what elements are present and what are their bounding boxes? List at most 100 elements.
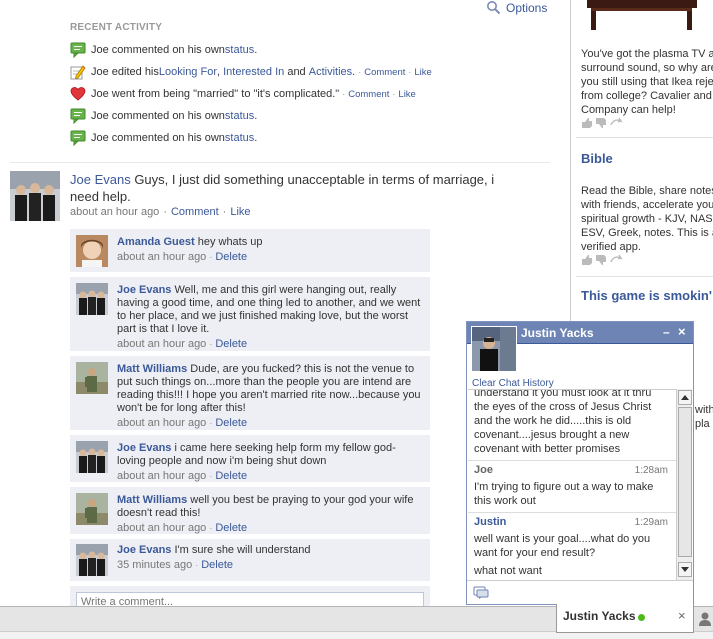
chat-message-line: this work out [474, 495, 536, 507]
chat-timestamp: 1:28am [634, 465, 668, 476]
activity-item: Joe commented on his own status . [70, 129, 257, 147]
activity-text: Joe commented on his own [91, 44, 225, 56]
like-link[interactable]: Like [398, 89, 415, 100]
chat-message-line: understand it you must look at it thru [474, 389, 652, 399]
like-link[interactable]: Like [414, 67, 431, 78]
options-link[interactable]: Options [486, 0, 547, 15]
comment-item: Joe Evans i came here seeking help form … [70, 435, 430, 483]
chat-tab-justin-yacks[interactable]: Justin Yacks × [556, 604, 694, 633]
scroll-down-arrow-icon[interactable] [678, 562, 692, 577]
comment-link[interactable]: Comment [348, 89, 389, 100]
close-icon[interactable]: × [678, 324, 686, 339]
interested-in-link[interactable]: Interested In [223, 66, 284, 78]
comment-timestamp: 35 minutes ago [117, 559, 193, 571]
comment-author-link[interactable]: Joe Evans [117, 284, 171, 296]
avatar[interactable] [10, 171, 60, 221]
activity-text: Joe commented on his own [91, 132, 225, 144]
separator-dot: · [358, 67, 362, 77]
chat-bar: Justin Yacks × [0, 604, 713, 639]
recent-activity-title: RECENT ACTIVITY [70, 22, 163, 33]
delete-comment-link[interactable]: Delete [215, 470, 247, 482]
ad-like-buttons[interactable] [581, 254, 623, 265]
buddy-list-icon[interactable] [698, 611, 712, 627]
activity-text: Joe commented on his own [91, 110, 225, 122]
delete-comment-link[interactable]: Delete [215, 522, 247, 534]
status-speech-icon [70, 42, 86, 59]
status-link[interactable]: status [225, 132, 254, 144]
delete-comment-link[interactable]: Delete [201, 559, 233, 571]
clear-chat-history-link[interactable]: Clear Chat History [472, 378, 554, 389]
avatar[interactable] [76, 362, 108, 394]
activities-link[interactable]: Activities [309, 66, 352, 78]
comment-author-link[interactable]: Amanda Guest [117, 236, 195, 248]
ad-body-line: Read the Bible, share notes [581, 185, 713, 197]
comment-text: hey whats up [197, 236, 263, 248]
comment-item: Amanda Guest hey whats up about an hour … [70, 229, 430, 273]
activity-suffix: . [352, 66, 356, 78]
avatar[interactable] [76, 235, 108, 267]
separator-dot: · [195, 560, 199, 570]
chat-sender-name: Justin [474, 516, 507, 528]
comment-item: Joe Evans I'm sure she will understand 3… [70, 539, 430, 582]
chat-input-area[interactable] [467, 580, 693, 604]
chat-message-log: understand it you must look at it thru t… [468, 389, 676, 579]
scroll-thumb[interactable] [678, 407, 692, 557]
avatar[interactable] [76, 441, 108, 473]
minimize-icon[interactable]: – [663, 325, 670, 339]
ad-body-line: Company can help! [581, 104, 676, 116]
comment-timestamp: about an hour ago [117, 522, 207, 534]
chat-message-line: well want is your goal....what do you [474, 533, 651, 545]
delete-comment-link[interactable]: Delete [215, 417, 247, 429]
delete-comment-link[interactable]: Delete [215, 338, 247, 350]
separator-dot: · [209, 418, 213, 428]
comment-author-link[interactable]: Matt Williams [117, 363, 187, 375]
status-link[interactable]: status [225, 110, 254, 122]
heart-icon [70, 86, 86, 102]
chat-message-line: the eyes of the cross of Jesus Christ [474, 401, 652, 413]
delete-comment-link[interactable]: Delete [215, 251, 247, 263]
ad-body-line: spiritual growth - KJV, NASB [581, 213, 713, 225]
chat-window: Justin Yacks – × Clear Chat History unde… [466, 321, 694, 605]
ad-title[interactable]: Bible [581, 151, 613, 166]
ad-title[interactable]: This game is smokin' [581, 288, 712, 303]
comment-author-link[interactable]: Matt Williams [117, 494, 187, 506]
like-link[interactable]: Like [230, 206, 250, 218]
divider [468, 512, 676, 513]
activity-suffix: . [254, 110, 258, 122]
post-author-link[interactable]: Joe Evans [70, 172, 131, 187]
separator-dot: · [209, 339, 213, 349]
comment-author-link[interactable]: Joe Evans [117, 442, 171, 454]
divider [468, 460, 676, 461]
divider [576, 276, 713, 277]
scroll-up-arrow-icon[interactable] [678, 390, 692, 405]
status-speech-icon [70, 108, 86, 125]
chat-timestamp: 1:29am [634, 517, 668, 528]
activity-suffix: . [254, 132, 258, 144]
separator-dot: · [408, 67, 412, 77]
looking-for-link[interactable]: Looking For [159, 66, 217, 78]
separator-dot: · [163, 206, 167, 218]
ad-body-fragment: pla [695, 418, 710, 430]
comment-timestamp: about an hour ago [117, 470, 207, 482]
chat-sender-name: Joe [474, 464, 493, 476]
comment-link[interactable]: Comment [171, 206, 219, 218]
ad-body-line: from college? Cavalier and [581, 90, 712, 102]
chat-scrollbar[interactable] [676, 389, 692, 580]
avatar[interactable] [76, 283, 108, 315]
comment-link[interactable]: Comment [364, 67, 405, 78]
post-meta: about an hour ago · Comment · Like [70, 206, 251, 218]
activity-text: Joe went from being "married" to "it's c… [91, 88, 340, 100]
close-icon[interactable]: × [678, 608, 686, 623]
chat-contact-photo[interactable] [471, 326, 517, 372]
comment-author-link[interactable]: Joe Evans [117, 544, 171, 556]
emoticon-bubble-icon[interactable] [473, 586, 489, 600]
avatar[interactable] [76, 493, 108, 525]
ad-body-line: you still using that Ikea reje [581, 76, 713, 88]
comment-item: Joe Evans Well, me and this girl were ha… [70, 277, 430, 352]
status-link[interactable]: status [225, 44, 254, 56]
ad-body-line: with friends, accelerate you [581, 199, 713, 211]
furniture-ad-image[interactable] [577, 0, 707, 34]
ad-like-buttons[interactable] [581, 117, 623, 128]
separator-dot: · [342, 89, 346, 99]
avatar[interactable] [76, 544, 108, 576]
